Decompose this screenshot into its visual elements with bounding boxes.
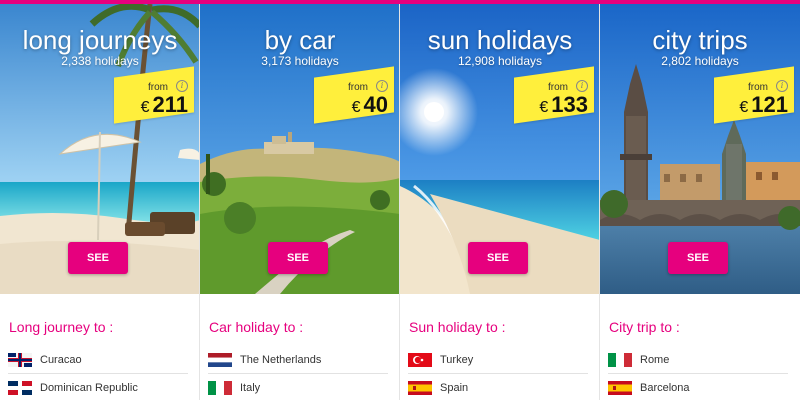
price-value: 40 (363, 92, 388, 117)
destination-list-title: Sun holiday to : (409, 319, 506, 335)
destination-name: The Netherlands (240, 354, 322, 366)
currency-symbol: € (140, 99, 150, 116)
category-card-long-journeys: long journeys 2,338 holidays from i €211… (0, 4, 200, 400)
destination-panel: Sun holiday to : Turkey Spain (400, 294, 599, 400)
destination-panel: Long journey to : Curacao Dominican Repu… (0, 294, 199, 400)
price-value: 133 (551, 92, 588, 117)
italy-flag-icon (208, 380, 232, 395)
destination-list: Turkey Spain (408, 347, 588, 400)
category-title: city trips (652, 25, 748, 55)
price-line: €211 (141, 92, 188, 118)
price-line: €133 (539, 92, 588, 118)
category-title: by car (264, 25, 336, 55)
holiday-count: 2,338 holidays (61, 54, 139, 68)
destination-item-turkey[interactable]: Turkey (408, 347, 588, 374)
destination-item-rome[interactable]: Rome (608, 347, 788, 374)
destination-name: Spain (440, 381, 469, 394)
currency-symbol: € (351, 99, 361, 116)
destination-name: Rome (640, 354, 670, 366)
destination-panel: City trip to : Rome Barcelona (600, 294, 800, 400)
see-button[interactable]: SEE (68, 242, 128, 274)
destination-name: Dominican Republic (40, 381, 138, 394)
category-card-sun-holidays: sun holidays 12,908 holidays from i €133… (400, 4, 600, 400)
netherlands-flag-icon (208, 353, 232, 367)
destination-list-title: Car holiday to : (209, 319, 304, 335)
destination-item-italy[interactable]: Italy (208, 374, 388, 400)
category-title: long journeys (22, 25, 178, 55)
turkey-flag-icon (408, 353, 432, 367)
destination-item-the-netherlands[interactable]: The Netherlands (208, 347, 388, 374)
info-icon[interactable]: i (176, 80, 188, 92)
price-tag: from i €40 (314, 74, 394, 120)
price-line: €121 (739, 92, 788, 118)
destination-name: Turkey (440, 354, 474, 366)
destination-list: The Netherlands Italy (208, 347, 388, 400)
destination-list: Curacao Dominican Republic (8, 347, 188, 400)
holiday-count: 12,908 holidays (457, 54, 543, 68)
destination-list: Rome Barcelona (608, 347, 788, 400)
dominican-republic-flag-icon (8, 380, 32, 395)
price-tag: from i €133 (514, 74, 594, 120)
category-title: sun holidays (427, 25, 573, 55)
hero-image-beach[interactable]: long journeys 2,338 holidays from i €211… (0, 4, 199, 294)
holiday-count: 2,802 holidays (661, 54, 739, 68)
spain-flag-icon (408, 380, 432, 395)
info-icon[interactable]: i (376, 80, 388, 92)
currency-symbol: € (739, 99, 749, 116)
see-button[interactable]: SEE (468, 242, 528, 274)
price-tag: from i €211 (114, 74, 194, 120)
destination-list-title: Long journey to : (9, 319, 114, 335)
destination-item-curacao[interactable]: Curacao (8, 347, 188, 374)
destination-name: Italy (240, 381, 261, 394)
price-value: 211 (152, 92, 189, 117)
destination-list-title: City trip to : (609, 319, 680, 335)
holiday-categories: long journeys 2,338 holidays from i €211… (0, 4, 800, 400)
holiday-count: 3,173 holidays (261, 54, 339, 68)
destination-name: Curacao (40, 354, 82, 366)
price-tag: from i €121 (714, 74, 794, 120)
hero-image-countryside[interactable]: by car 3,173 holidays from i €40 SEE (200, 4, 399, 294)
see-button[interactable]: SEE (268, 242, 328, 274)
destination-panel: Car holiday to : The Netherlands Italy (200, 294, 399, 400)
currency-symbol: € (539, 99, 549, 116)
see-button[interactable]: SEE (668, 242, 728, 274)
italy-flag-icon (608, 353, 632, 367)
category-card-city-trips: city trips 2,802 holidays from i €121 SE… (600, 4, 800, 400)
hero-image-sunny-beach[interactable]: sun holidays 12,908 holidays from i €133… (400, 4, 599, 294)
destination-name: Barcelona (640, 381, 690, 394)
destination-item-spain[interactable]: Spain (408, 374, 588, 400)
destination-item-dominican-republic[interactable]: Dominican Republic (8, 374, 188, 400)
price-line: €40 (352, 92, 388, 118)
destination-item-barcelona[interactable]: Barcelona (608, 374, 788, 400)
spain-flag-icon (608, 380, 632, 395)
curacao-flag-icon (8, 353, 32, 367)
price-value: 121 (751, 92, 788, 117)
category-card-by-car: by car 3,173 holidays from i €40 SEE Car… (200, 4, 400, 400)
info-icon[interactable]: i (576, 80, 588, 92)
info-icon[interactable]: i (776, 80, 788, 92)
hero-image-city[interactable]: city trips 2,802 holidays from i €121 SE… (600, 4, 800, 294)
